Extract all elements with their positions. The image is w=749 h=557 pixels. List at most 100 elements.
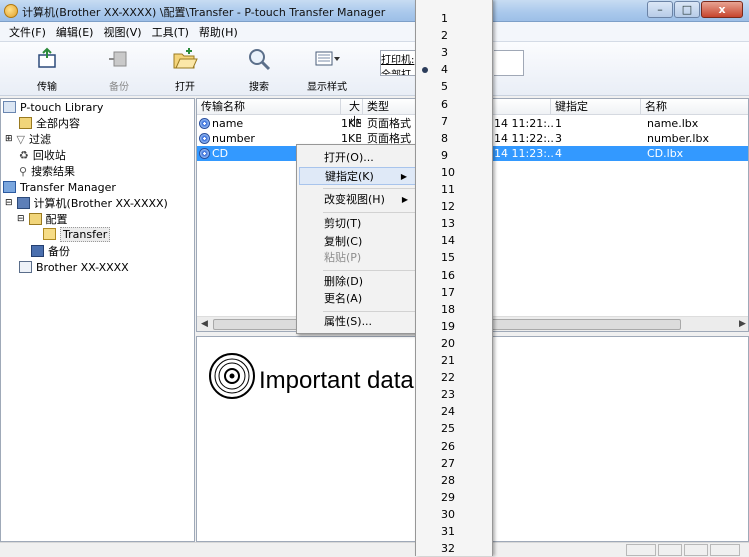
key-assign-submenu: 1 2 3 4 5 6 7 8 9 10 11 12 13 14 15 16 17 18 19 20 21 22 23 24 2… — [415, 0, 493, 556]
submenu-item-27[interactable]: 27 — [416, 455, 492, 472]
submenu-item-31[interactable]: 31 — [416, 523, 492, 540]
config-folder-icon — [28, 213, 42, 225]
collapse-icon[interactable]: ⊟ — [17, 214, 25, 224]
backup-folder-icon — [31, 245, 44, 257]
column-header-size[interactable]: 大小 — [341, 99, 363, 128]
submenu-item-30[interactable]: 30 — [416, 506, 492, 523]
search-button[interactable]: 搜索 — [232, 46, 286, 93]
submenu-item-19[interactable]: 19 — [416, 318, 492, 335]
submenu-item-7[interactable]: 7 — [416, 113, 492, 130]
submenu-item-25[interactable]: 25 — [416, 420, 492, 437]
tree-label: 回收站 — [32, 149, 66, 162]
menu-edit[interactable]: 编辑(E) — [51, 24, 99, 40]
submenu-item-10[interactable]: 10 — [416, 164, 492, 181]
submenu-item-26[interactable]: 26 — [416, 438, 492, 455]
submenu-item-18[interactable]: 18 — [416, 301, 492, 318]
tree-item-recycle-bin[interactable]: ♻ 回收站 — [19, 147, 66, 163]
tree-item-config[interactable]: ⊟ 配置 — [17, 211, 68, 227]
tree-item-transfer-manager[interactable]: Transfer Manager — [3, 179, 116, 195]
app-window: 计算机(Brother XX-XXXX) \配置\Transfer - P-to… — [0, 0, 749, 556]
printer-selector[interactable]: 打印机: 全部打 — [380, 50, 420, 76]
display-style-button[interactable]: 显示样式 — [300, 46, 354, 93]
scroll-right-icon[interactable]: ▶ — [735, 317, 748, 331]
transfer-button[interactable]: 传输 — [20, 46, 74, 93]
tree-item-computer[interactable]: ⊟ 计算机(Brother XX-XXXX) — [5, 195, 168, 211]
submenu-item-24[interactable]: 24 — [416, 403, 492, 420]
open-button[interactable]: 打开 — [158, 46, 212, 93]
submenu-item-9[interactable]: 9 — [416, 147, 492, 164]
collapse-icon[interactable]: ⊟ — [5, 198, 13, 208]
tree-item-printer[interactable]: Brother XX-XXXX — [19, 259, 129, 275]
submenu-item-6[interactable]: 6 — [416, 96, 492, 113]
tree-label: 备份 — [48, 245, 70, 258]
submenu-item-5[interactable]: 5 — [416, 78, 492, 95]
submenu-item-29[interactable]: 29 — [416, 489, 492, 506]
submenu-item-1[interactable]: 1 — [416, 10, 492, 27]
backup-label: 备份 — [109, 82, 129, 93]
menu-item-change-view[interactable]: 改变视图(H) ▶ — [299, 191, 416, 209]
printer-selector-tail[interactable] — [494, 50, 524, 76]
submenu-item-28[interactable]: 28 — [416, 472, 492, 489]
menu-item-key-assign[interactable]: 键指定(K) ▶ — [299, 167, 416, 185]
column-header-type[interactable]: 类型 — [363, 99, 421, 115]
menu-item-delete[interactable]: 删除(D) — [299, 273, 416, 291]
column-header-name[interactable]: 传输名称 — [197, 99, 341, 115]
expand-icon[interactable]: ⊞ — [5, 134, 13, 144]
column-header-key[interactable]: 键指定 — [551, 99, 641, 115]
menu-separator — [323, 188, 415, 189]
backup-button[interactable]: 备份 — [92, 46, 146, 93]
tree-item-filter[interactable]: ⊞ ▽ 过滤 — [5, 131, 51, 147]
menu-item-rename[interactable]: 更名(A) — [299, 290, 416, 308]
recycle-bin-icon: ♻ — [19, 148, 29, 162]
submenu-item-23[interactable]: 23 — [416, 386, 492, 403]
tree-item-transfer-folder[interactable]: Transfer — [43, 226, 111, 242]
submenu-item-12[interactable]: 12 — [416, 198, 492, 215]
submenu-item-8[interactable]: 8 — [416, 130, 492, 147]
tree-item-backup[interactable]: 备份 — [31, 243, 70, 259]
submenu-item-13[interactable]: 13 — [416, 215, 492, 232]
submenu-item-label: 21 — [441, 354, 455, 367]
submenu-item-label: 7 — [441, 114, 448, 128]
title-bar: 计算机(Brother XX-XXXX) \配置\Transfer - P-to… — [0, 0, 749, 22]
submenu-item-15[interactable]: 15 — [416, 249, 492, 266]
maximize-button[interactable]: □ — [674, 1, 700, 18]
submenu-item-label: 3 — [441, 46, 448, 60]
menu-help[interactable]: 帮助(H) — [194, 24, 243, 40]
submenu-item-3[interactable]: 3 — [416, 44, 492, 61]
row-type: 页面格式 — [367, 117, 411, 130]
tree-item-all-contents[interactable]: 全部内容 — [19, 115, 80, 131]
submenu-item-16[interactable]: 16 — [416, 267, 492, 284]
menu-separator — [323, 212, 415, 213]
display-style-label: 显示样式 — [307, 82, 347, 93]
submenu-item-4[interactable]: 4 — [416, 61, 492, 78]
menu-file[interactable]: 文件(F) — [4, 24, 51, 40]
submenu-item-22[interactable]: 22 — [416, 369, 492, 386]
tree-item-library[interactable]: P-touch Library — [3, 99, 103, 115]
submenu-item-label: 20 — [441, 336, 455, 350]
row-key: 4 — [555, 147, 562, 160]
tree-label: 计算机(Brother XX-XXXX) — [33, 197, 168, 210]
submenu-item-label: 16 — [441, 268, 455, 282]
column-header-filename[interactable]: 名称 — [641, 99, 748, 115]
scroll-left-icon[interactable]: ◀ — [197, 317, 212, 331]
submenu-item-32[interactable]: 32 — [416, 540, 492, 557]
menu-item-cut[interactable]: 剪切(T) — [299, 215, 416, 233]
row-date: 14 11:21:... — [494, 117, 554, 130]
minimize-button[interactable]: – — [647, 1, 673, 18]
submenu-item-20[interactable]: 20 — [416, 335, 492, 352]
submenu-item-11[interactable]: 11 — [416, 181, 492, 198]
submenu-item-21[interactable]: 21 — [416, 352, 492, 369]
menu-view[interactable]: 视图(V) — [98, 24, 146, 40]
close-button[interactable]: x — [701, 1, 743, 18]
menu-tools[interactable]: 工具(T) — [147, 24, 194, 40]
submenu-item-17[interactable]: 17 — [416, 284, 492, 301]
menu-item-properties[interactable]: 属性(S)... — [299, 313, 416, 331]
all-contents-icon — [19, 117, 32, 129]
submenu-item-14[interactable]: 14 — [416, 232, 492, 249]
submenu-item-2[interactable]: 2 — [416, 27, 492, 44]
submenu-item-label: 9 — [441, 148, 448, 162]
search-label: 搜索 — [249, 82, 269, 93]
menu-item-paste[interactable]: 粘贴(P) — [299, 249, 416, 267]
tree-item-search-results[interactable]: ⚲ 搜索结果 — [19, 163, 75, 179]
menu-item-open[interactable]: 打开(O)... — [299, 149, 416, 167]
